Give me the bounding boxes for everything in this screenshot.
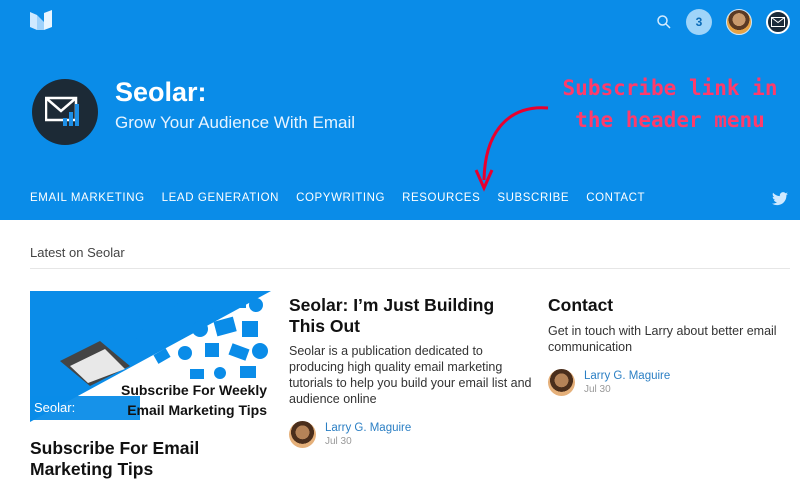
nav-contact[interactable]: CONTACT [586,192,645,204]
annotation-text: Subscribe link in the header menu [562,76,778,132]
author-avatar[interactable] [289,421,316,448]
section-divider [30,268,790,269]
post-author: Larry G. Maguire Jul 30 [548,369,670,396]
section-heading: Latest on Seolar [30,245,125,260]
nav-resources[interactable]: RESOURCES [402,192,480,204]
post-excerpt[interactable]: Seolar is a publication dedicated to pro… [289,343,534,407]
annotation-arrow-icon [474,106,549,192]
author-name[interactable]: Larry G. Maguire [584,370,670,382]
post-date: Jul 30 [584,384,611,395]
twitter-icon[interactable] [772,192,788,206]
notification-badge[interactable]: 3 [686,9,712,35]
post-date: Jul 30 [325,436,352,447]
brand-title[interactable]: Seolar: [115,77,207,108]
publication-icon[interactable] [766,10,790,34]
nav-lead-generation[interactable]: LEAD GENERATION [162,192,279,204]
post-title[interactable]: Subscribe For Email Marketing Tips [30,438,275,480]
post-author: Larry G. Maguire Jul 30 [289,421,411,448]
nav-copywriting[interactable]: COPYWRITING [296,192,385,204]
image-cta-line2: Email Marketing Tips [127,402,267,418]
header-nav: EMAIL MARKETING LEAD GENERATION COPYWRIT… [30,192,662,204]
user-avatar[interactable] [726,9,752,35]
nav-email-marketing[interactable]: EMAIL MARKETING [30,192,145,204]
top-right-controls: 3 [656,8,790,36]
post-excerpt[interactable]: Get in touch with Larry about better ema… [548,323,788,355]
brand-logo[interactable] [32,79,98,145]
post-title[interactable]: Contact [548,295,613,316]
author-avatar[interactable] [548,369,575,396]
publication-header: 3 Seolar: Grow Your Audience With Email … [0,0,800,220]
nav-subscribe[interactable]: SUBSCRIBE [497,192,569,204]
author-name[interactable]: Larry G. Maguire [325,422,411,434]
post-title[interactable]: Seolar: I’m Just Building This Out [289,295,524,337]
medium-logo-icon[interactable] [30,10,54,32]
post-image[interactable]: Seolar: Subscribe For Weekly Email Marke… [30,291,271,422]
brand-subtitle: Grow Your Audience With Email [115,113,356,132]
image-cta-line1: Subscribe For Weekly [120,382,267,398]
search-icon[interactable] [656,14,672,30]
envelope-chart-icon [45,96,79,126]
image-cta-text: Subscribe For Weekly Email Marketing Tip… [121,380,267,420]
